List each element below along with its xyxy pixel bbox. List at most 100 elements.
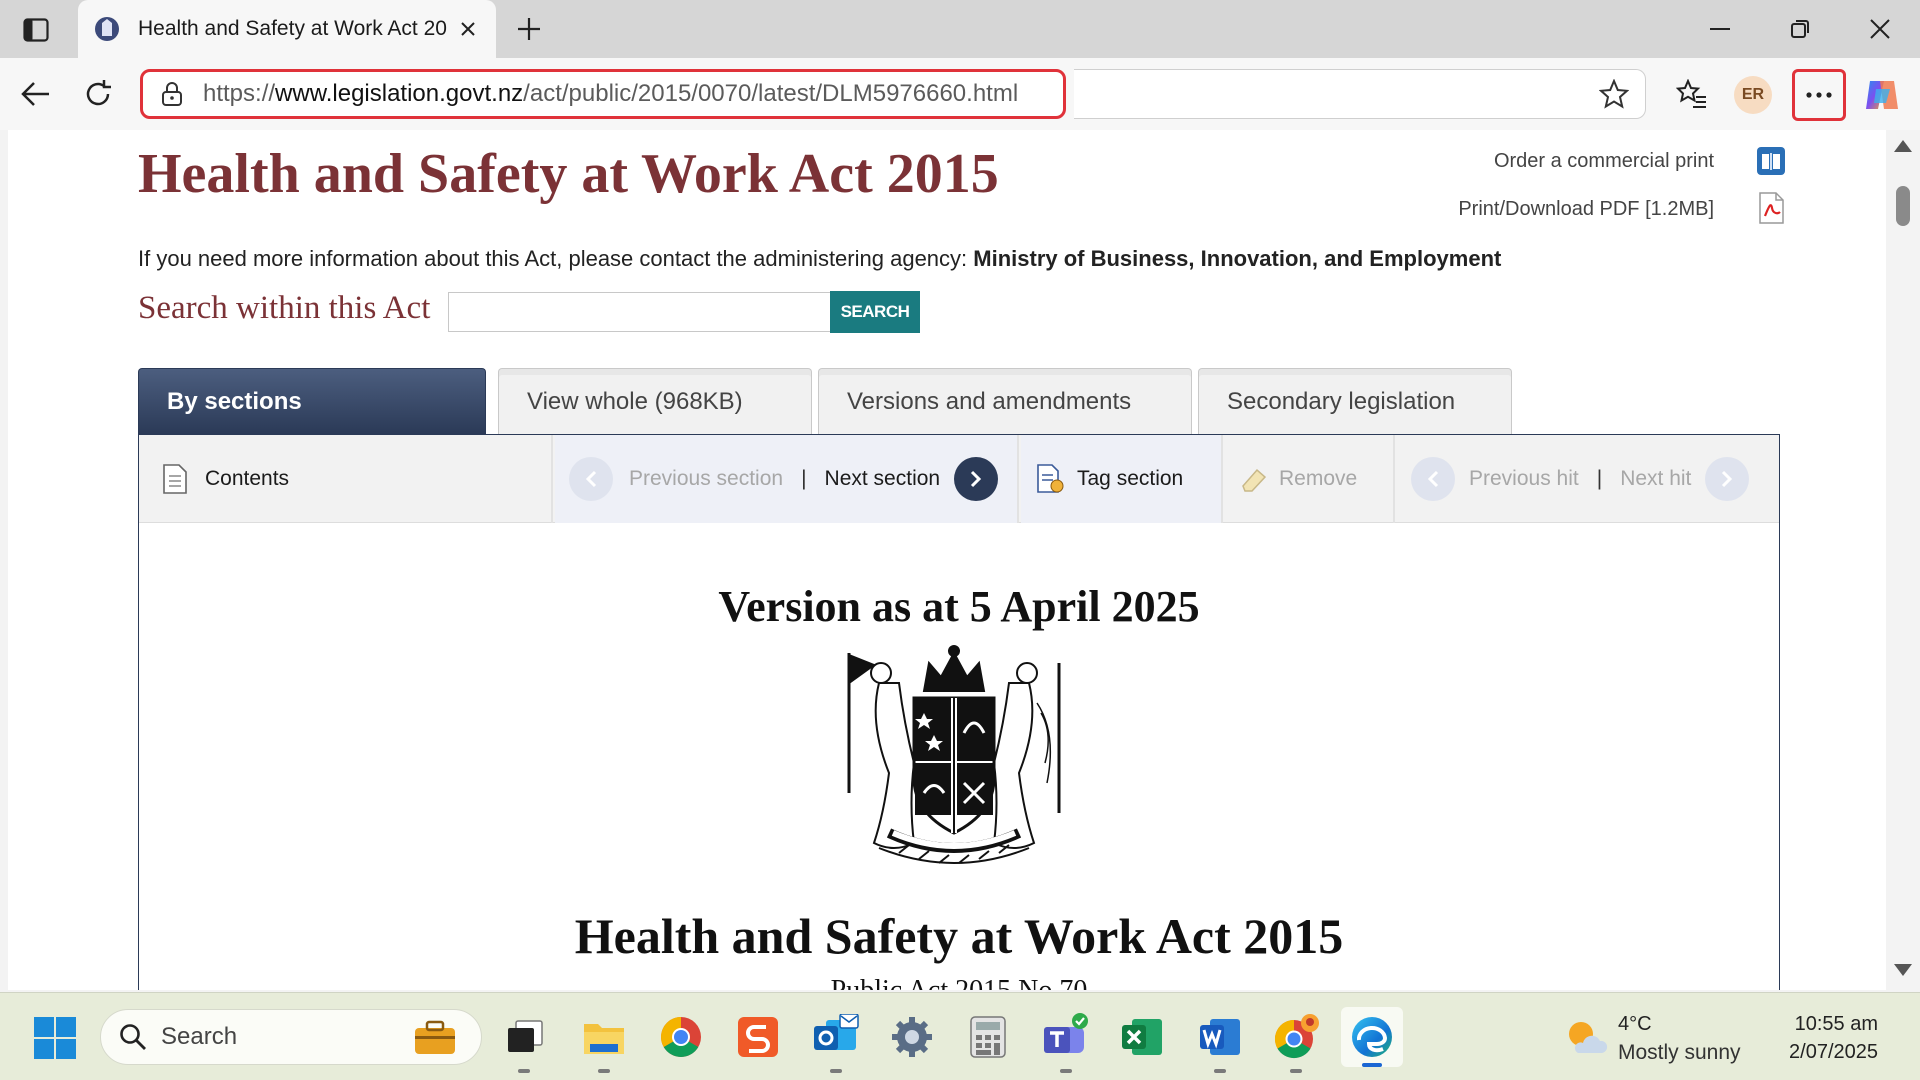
url-host: www.legislation.govt.nz [275,80,524,107]
page-scrollbar[interactable] [1886,130,1920,990]
weather-temperature[interactable]: 4°C [1618,1013,1652,1036]
taskbar-search-label: Search [161,1023,238,1050]
section-prev-next-group: Previous section | Next section [555,435,1019,523]
running-indicator [598,1069,610,1073]
eraser-icon [1242,468,1267,492]
briefcase-icon [415,1020,455,1054]
book-icon[interactable] [1756,146,1786,176]
taskbar-calculator-icon[interactable] [962,1011,1014,1063]
weather-partly-sunny-icon[interactable] [1564,1017,1608,1057]
restore-button[interactable] [1770,8,1830,50]
taskbar-settings-icon[interactable] [886,1011,938,1063]
new-tab-button[interactable] [510,10,548,48]
refresh-button[interactable] [76,72,120,116]
taskbar-outlook-icon[interactable] [810,1011,862,1073]
search-button[interactable]: SEARCH [830,291,920,333]
url-scheme: https:// [203,80,276,107]
tab-actions-button[interactable] [14,12,58,48]
previous-section-button[interactable] [569,457,613,501]
print-download-pdf-link[interactable]: Print/Download PDF [1.2MB] [1458,198,1714,221]
settings-and-more-button[interactable] [1792,69,1846,121]
folder-icon [584,1024,624,1054]
tag-section-button[interactable]: Tag section [1021,435,1223,523]
next-section-button[interactable] [954,457,999,501]
calculator-icon [970,1016,1006,1058]
windows-start-icon[interactable] [34,1017,76,1059]
remove-button[interactable]: Remove [1225,435,1395,523]
address-bar[interactable]: https://www.legislation.govt.nz/act/publ… [140,69,1066,119]
tab-by-sections[interactable]: By sections [138,368,486,434]
address-bar-extension[interactable] [1074,69,1646,119]
favorites-button[interactable] [1670,72,1714,116]
close-icon [1870,19,1890,39]
lock-icon[interactable] [159,81,185,107]
close-window-button[interactable] [1850,8,1910,50]
hit-prev-next-group: Previous hit | Next hit [1397,435,1779,523]
s-app-icon [738,1017,778,1057]
clock-time[interactable]: 10:55 am [1795,1013,1878,1036]
clock-date[interactable]: 2/07/2025 [1789,1041,1878,1064]
favorites-list-icon [1676,79,1706,108]
search-within-act-label: Search within this Act [138,290,431,326]
minimize-button[interactable] [1690,8,1750,50]
order-commercial-print-link[interactable]: Order a commercial print [1494,150,1714,173]
taskbar-file-explorer-icon[interactable] [578,1011,630,1073]
taskbar-search-box[interactable]: Search [100,1009,482,1065]
browser-tab-active[interactable]: Health and Safety at Work Act 20 [78,0,496,58]
add-favorite-button[interactable] [1594,74,1634,114]
previous-section-label[interactable]: Previous section [629,467,783,491]
taskbar-chrome-profile-icon[interactable] [1270,1011,1322,1073]
tab-view-whole[interactable]: View whole (968KB) [498,368,812,434]
taskbar-excel-icon[interactable] [1116,1011,1168,1063]
profile-avatar[interactable]: ER [1734,76,1772,114]
running-indicator [1214,1069,1226,1073]
outlook-icon [814,1014,859,1050]
tab-actions-icon [23,18,49,42]
weather-description[interactable]: Mostly sunny [1618,1041,1741,1065]
taskbar-chrome-icon[interactable] [655,1011,707,1063]
next-hit-label[interactable]: Next hit [1620,467,1691,491]
running-indicator [1060,1069,1072,1073]
tag-section-label: Tag section [1077,467,1184,490]
pdf-icon[interactable] [1756,192,1786,224]
previous-hit-button[interactable] [1411,457,1455,501]
previous-hit-label[interactable]: Previous hit [1469,467,1579,491]
section-navigation-bar: Contents Previous section | Next section… [139,435,1779,523]
tab-versions-and-amendments[interactable]: Versions and amendments [818,368,1192,434]
agency-intro: If you need more information about this … [138,246,974,271]
taskbar-task-view-icon[interactable] [498,1011,550,1073]
next-section-label[interactable]: Next section [825,467,941,491]
taskbar-teams-icon[interactable] [1040,1011,1092,1073]
chevron-left-icon [1427,470,1439,488]
nav-separator: | [1596,467,1603,490]
plus-icon [518,18,540,40]
tag-document-icon [1037,464,1064,493]
contents-label: Contents [205,467,290,490]
task-view-icon [508,1020,543,1052]
url-text[interactable]: https://www.legislation.govt.nz/act/publ… [203,80,1018,108]
excel-icon [1122,1019,1162,1055]
remove-label: Remove [1279,467,1358,490]
copilot-icon[interactable] [1862,75,1902,115]
running-indicator [518,1069,530,1073]
scroll-up-arrow-icon[interactable] [1894,140,1912,152]
page-title: Health and Safety at Work Act 2015 [138,143,999,205]
teams-icon [1044,1013,1088,1053]
chrome-icon [661,1017,701,1057]
scroll-thumb[interactable] [1896,186,1910,226]
back-button[interactable] [14,72,58,116]
nz-coat-of-arms-icon [847,645,1061,864]
chevron-right-icon [971,470,982,488]
browser-toolbar: https://www.legislation.govt.nz/act/publ… [0,58,1920,130]
search-within-act-input[interactable] [448,292,838,332]
tab-close-icon[interactable] [454,15,482,43]
taskbar-app-s-icon[interactable] [732,1011,784,1063]
contents-button[interactable]: Contents [139,435,553,523]
next-hit-button[interactable] [1705,457,1750,501]
tab-secondary-legislation[interactable]: Secondary legislation [1198,368,1512,434]
taskbar-edge-icon[interactable] [1341,1007,1403,1067]
scroll-down-arrow-icon[interactable] [1894,964,1912,976]
windows-taskbar: Search 4°C Mostly sunny 10:55 am 2/07/20… [0,992,1920,1080]
agency-name: Ministry of Business, Innovation, and Em… [973,246,1502,271]
taskbar-word-icon[interactable] [1194,1011,1246,1073]
